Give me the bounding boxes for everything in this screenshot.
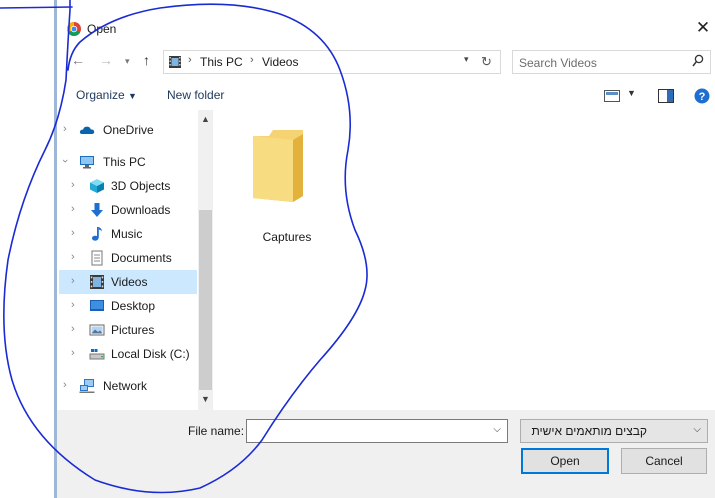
command-toolbar: Organize ▼ New folder ▼ ? bbox=[57, 82, 715, 110]
sidebar-item-label: Desktop bbox=[111, 299, 156, 313]
chevron-right-icon[interactable]: › bbox=[71, 203, 75, 215]
scroll-down-icon[interactable]: ▼ bbox=[201, 394, 210, 404]
sidebar-item-label: Documents bbox=[111, 251, 172, 265]
organize-button[interactable]: Organize ▼ bbox=[76, 88, 137, 102]
chevron-right-icon[interactable]: › bbox=[71, 323, 75, 335]
sidebar-item-label: Pictures bbox=[111, 323, 155, 337]
search-icon[interactable] bbox=[692, 54, 704, 68]
file-name-field[interactable]: ⌵ bbox=[246, 419, 508, 443]
sidebar-item-label: Network bbox=[103, 379, 148, 393]
downloads-icon bbox=[91, 203, 103, 217]
preview-pane-icon[interactable] bbox=[658, 89, 674, 103]
disk-icon bbox=[89, 349, 105, 360]
view-dropdown-icon[interactable]: ▼ bbox=[627, 88, 636, 98]
view-options-icon[interactable] bbox=[604, 90, 620, 102]
sidebar-item-network[interactable]: › Network bbox=[59, 374, 197, 398]
svg-text:?: ? bbox=[699, 91, 706, 103]
3d-objects-icon bbox=[90, 179, 104, 193]
videos-icon bbox=[90, 275, 104, 289]
navigation-pane: › OneDrive › This PC › 3D Objects › Down… bbox=[57, 110, 197, 410]
sidebar-scrollbar[interactable]: ▲ ▼ bbox=[198, 110, 213, 410]
videos-icon bbox=[169, 56, 181, 68]
network-icon bbox=[79, 379, 95, 393]
chevron-right-icon[interactable]: › bbox=[63, 379, 67, 391]
scroll-up-icon[interactable]: ▲ bbox=[201, 114, 210, 124]
cancel-button[interactable]: Cancel bbox=[621, 448, 707, 474]
chevron-right-icon[interactable]: › bbox=[71, 347, 75, 359]
music-icon bbox=[92, 227, 102, 241]
close-icon[interactable]: ✕ bbox=[693, 18, 713, 38]
help-icon[interactable]: ? bbox=[694, 88, 710, 104]
file-list: Captures bbox=[215, 110, 715, 410]
sidebar-item-label: OneDrive bbox=[103, 123, 154, 137]
sidebar-item-music[interactable]: › Music bbox=[59, 222, 197, 246]
search-input[interactable] bbox=[517, 53, 691, 73]
dialog-footer: File name: ⌵ קבצים מותאמים אישית ⌵ Open … bbox=[57, 410, 715, 498]
chevron-down-icon[interactable]: ⌵ bbox=[693, 424, 701, 435]
chevron-down-icon[interactable]: › bbox=[59, 159, 71, 163]
navigation-bar: ← → ▾ ↑ › This PC › Videos ▾ ↻ bbox=[57, 48, 715, 76]
sidebar-item-documents[interactable]: › Documents bbox=[59, 246, 197, 270]
file-type-select[interactable]: קבצים מותאמים אישית ⌵ bbox=[520, 419, 708, 443]
address-bar[interactable]: › This PC › Videos ▾ bbox=[163, 50, 501, 74]
sidebar-item-this-pc[interactable]: › This PC bbox=[59, 150, 197, 174]
title-bar: Open ✕ bbox=[57, 0, 715, 40]
folder-label: Captures bbox=[262, 230, 312, 244]
chrome-icon bbox=[67, 22, 81, 36]
sidebar-item-local-disk[interactable]: › Local Disk (C:) bbox=[59, 342, 197, 366]
open-dialog: Open ✕ ← → ▾ ↑ › This PC › Videos ▾ ↻ Se… bbox=[57, 0, 715, 498]
organize-label: Organize bbox=[76, 88, 125, 102]
organize-dropdown-icon: ▼ bbox=[128, 91, 137, 101]
chevron-down-icon[interactable]: ⌵ bbox=[493, 424, 501, 435]
sidebar-item-label: Music bbox=[111, 227, 143, 241]
refresh-icon[interactable]: ↻ bbox=[481, 54, 492, 70]
chevron-right-icon[interactable]: › bbox=[71, 275, 75, 287]
pictures-icon bbox=[89, 324, 105, 336]
window-title: Open bbox=[87, 22, 117, 36]
sidebar-item-onedrive[interactable]: › OneDrive bbox=[59, 118, 197, 142]
search-box[interactable] bbox=[512, 50, 711, 74]
forward-arrow-icon[interactable]: → bbox=[99, 52, 113, 68]
file-name-label: File name: bbox=[188, 424, 245, 438]
sidebar-item-3d-objects[interactable]: › 3D Objects bbox=[59, 174, 197, 198]
sidebar-item-label: Videos bbox=[111, 275, 148, 289]
breadcrumb-chevron-icon[interactable]: › bbox=[250, 54, 254, 66]
up-arrow-icon[interactable]: ↑ bbox=[143, 52, 150, 68]
new-folder-button[interactable]: New folder bbox=[167, 88, 224, 102]
chevron-right-icon[interactable]: › bbox=[71, 299, 75, 311]
documents-icon bbox=[91, 250, 103, 266]
chevron-right-icon[interactable]: › bbox=[63, 123, 67, 135]
sidebar-item-downloads[interactable]: › Downloads bbox=[59, 198, 197, 222]
sidebar-item-desktop[interactable]: › Desktop bbox=[59, 294, 197, 318]
sidebar-item-label: This PC bbox=[103, 155, 146, 169]
sidebar-item-videos[interactable]: › Videos bbox=[59, 270, 197, 294]
address-dropdown-icon[interactable]: ▾ bbox=[464, 54, 469, 65]
sidebar-item-pictures[interactable]: › Pictures bbox=[59, 318, 197, 342]
recent-locations-icon[interactable]: ▾ bbox=[125, 56, 130, 67]
chevron-right-icon[interactable]: › bbox=[71, 227, 75, 239]
folder-icon bbox=[253, 130, 303, 202]
background-window bbox=[0, 0, 57, 498]
chevron-right-icon[interactable]: › bbox=[71, 179, 75, 191]
chevron-right-icon[interactable]: › bbox=[71, 251, 75, 263]
computer-icon bbox=[80, 156, 94, 169]
breadcrumb-videos[interactable]: Videos bbox=[262, 55, 298, 69]
breadcrumb-this-pc[interactable]: This PC bbox=[200, 55, 243, 69]
breadcrumb-chevron-icon[interactable]: › bbox=[188, 54, 192, 66]
onedrive-icon bbox=[79, 126, 95, 134]
sidebar-item-label: Downloads bbox=[111, 203, 171, 217]
sidebar-item-label: 3D Objects bbox=[111, 179, 171, 193]
sidebar-item-label: Local Disk (C:) bbox=[111, 347, 190, 361]
scrollbar-thumb[interactable] bbox=[199, 210, 212, 390]
file-type-value: קבצים מותאמים אישית bbox=[531, 424, 647, 438]
desktop-icon bbox=[90, 300, 104, 311]
folder-captures[interactable]: Captures bbox=[237, 124, 337, 244]
back-arrow-icon[interactable]: ← bbox=[71, 52, 85, 68]
open-button[interactable]: Open bbox=[521, 448, 609, 474]
